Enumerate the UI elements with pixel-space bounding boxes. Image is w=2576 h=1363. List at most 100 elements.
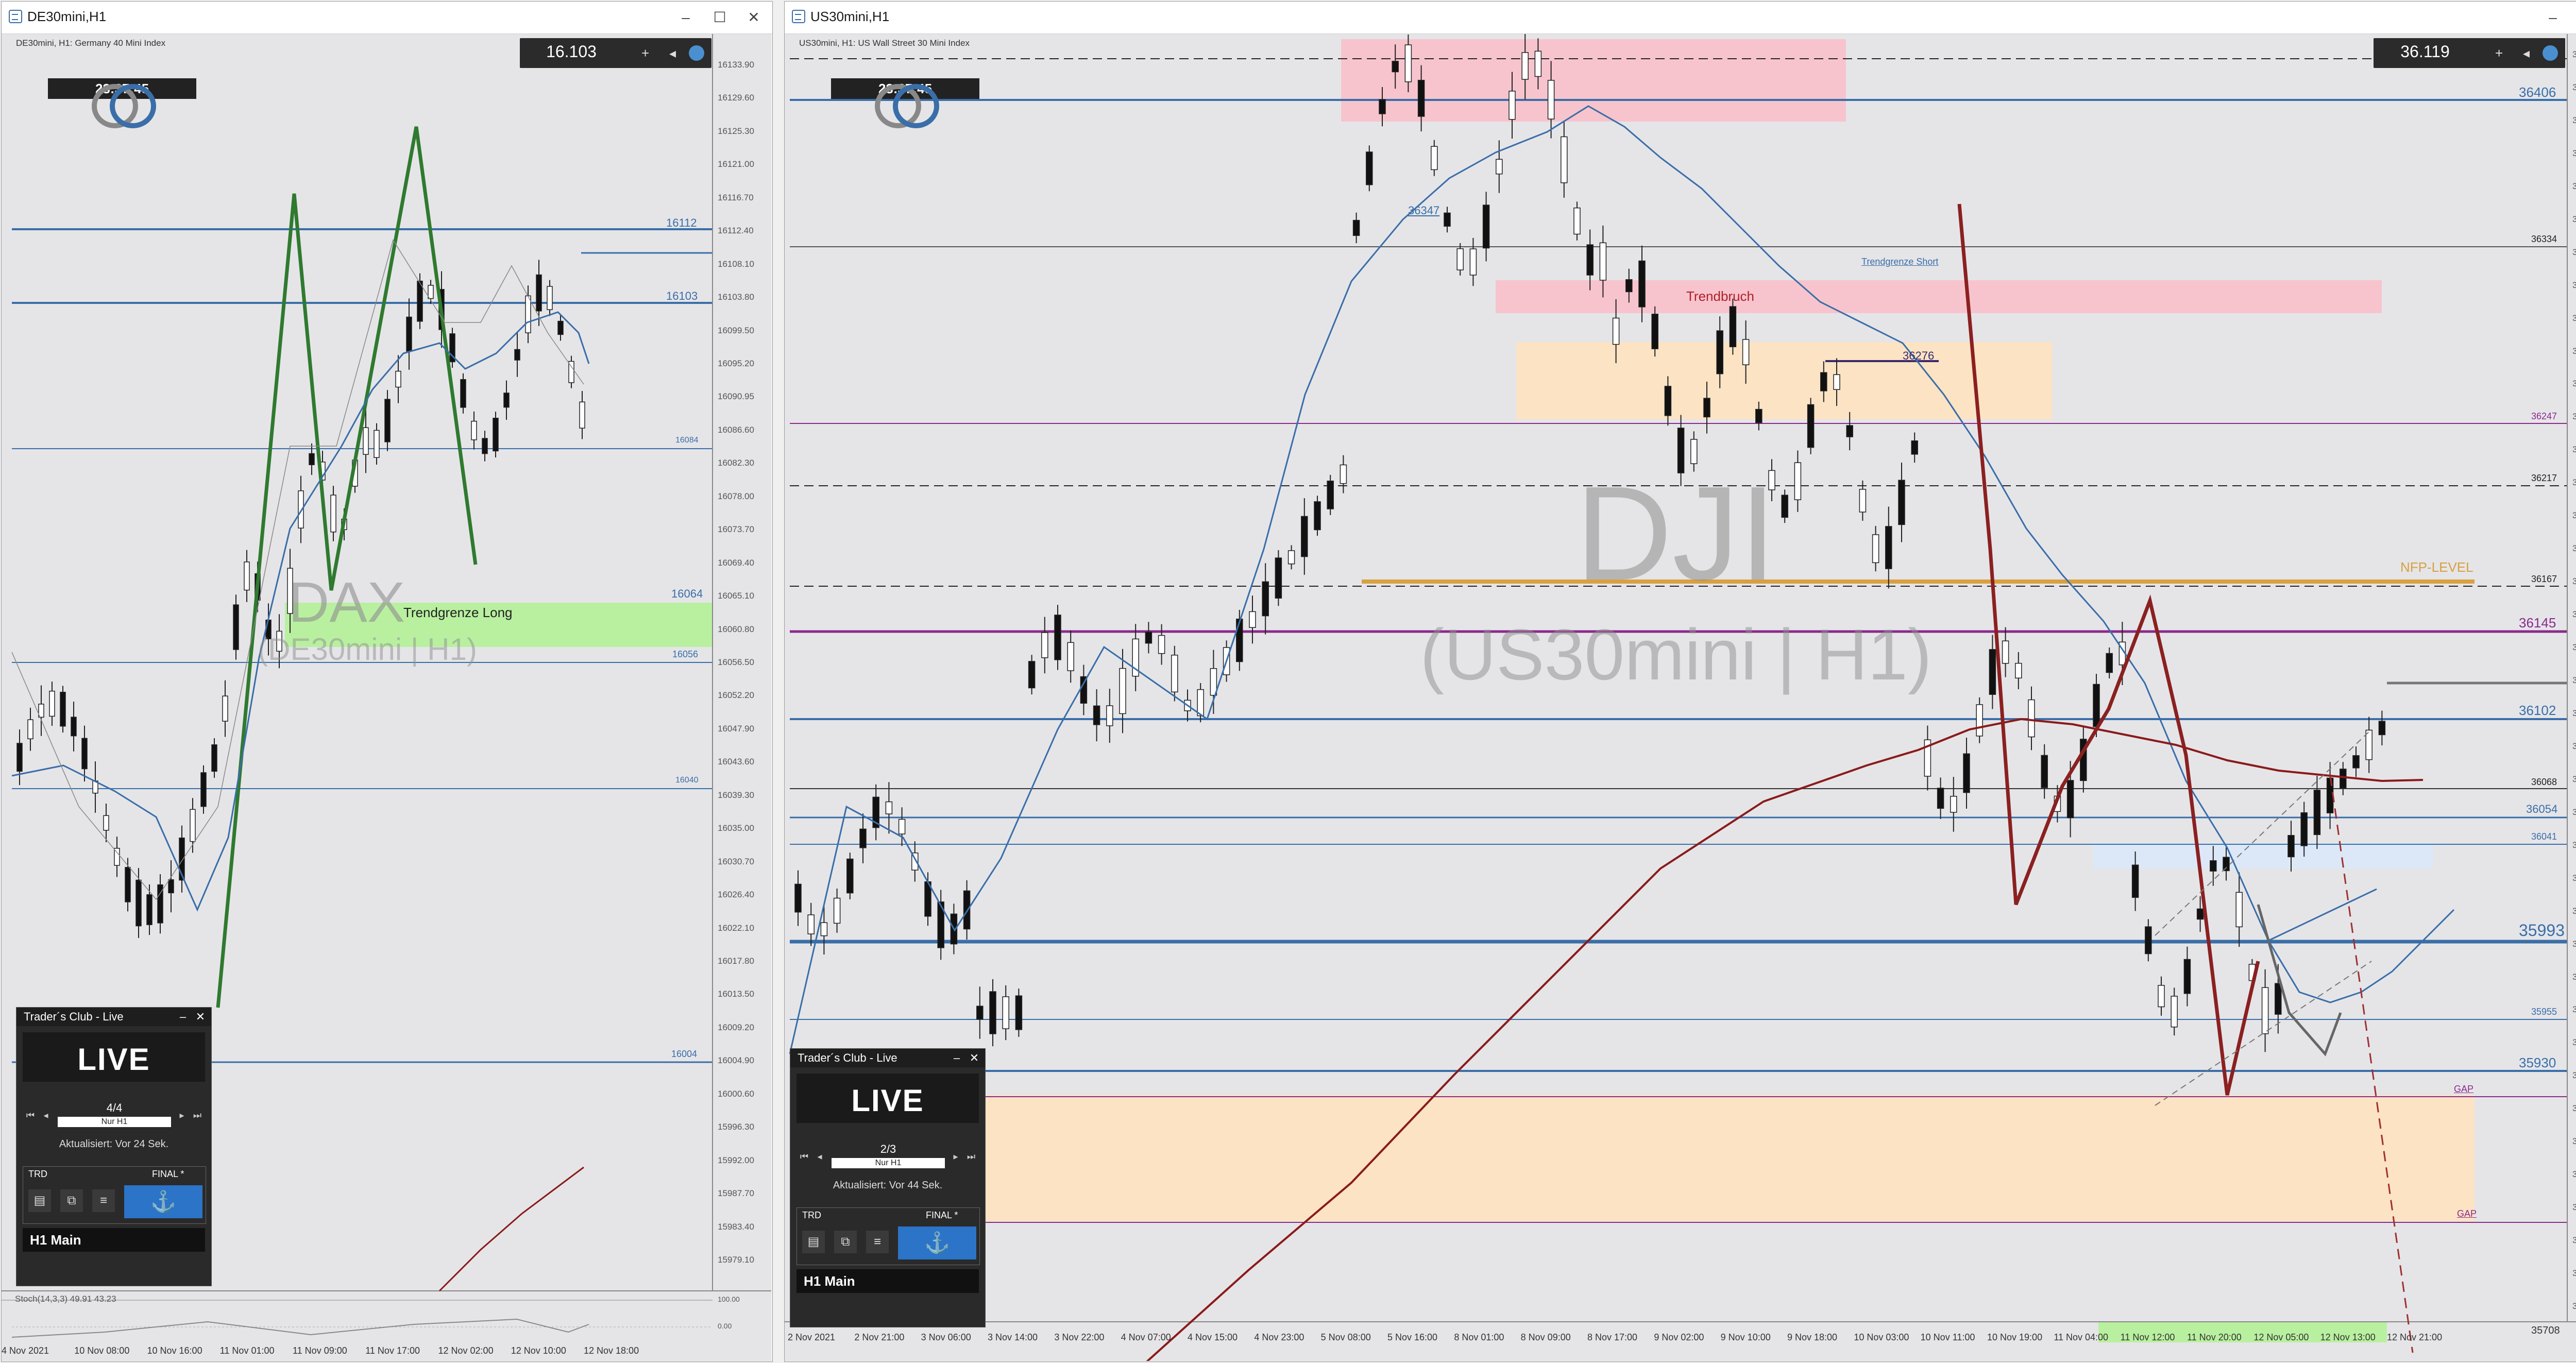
stoch-label: Stoch(14,3,3) 49.91 43.23: [15, 1294, 116, 1304]
current-price-box[interactable]: 16.103 + ◂: [520, 38, 711, 68]
candle: [2106, 653, 2113, 673]
database-icon[interactable]: ≡: [92, 1189, 115, 1212]
candle: [428, 285, 434, 299]
time-axis-label: 10 Nov 11:00: [1920, 1332, 1975, 1342]
time-axis-label: 4 Nov 15:00: [1188, 1332, 1238, 1342]
candle: [1820, 372, 1827, 391]
candle: [807, 914, 815, 934]
close-button[interactable]: ✕: [739, 5, 768, 30]
price-axis-label: 35835.00: [2572, 1235, 2576, 1246]
candle: [525, 295, 531, 333]
h1-main-selector[interactable]: H1 Main: [23, 1228, 205, 1252]
final-label: FINAL *: [152, 1169, 184, 1179]
time-axis-label: 11 Nov 09:00: [293, 1345, 347, 1356]
candle: [1833, 374, 1840, 390]
window-titlebar[interactable]: DE30mini,H1 – ☐ ✕: [2, 2, 772, 34]
candle: [244, 561, 250, 591]
current-price: 16.103: [546, 42, 597, 61]
windows-icon[interactable]: ⧉: [60, 1189, 83, 1212]
first-page-icon[interactable]: ⏮: [798, 1150, 811, 1163]
candle: [1509, 91, 1516, 120]
candle: [1275, 557, 1282, 599]
price-axis-label: 15979.10: [718, 1255, 754, 1265]
candle: [200, 772, 207, 807]
first-page-icon[interactable]: ⏮: [24, 1109, 37, 1122]
globe-icon[interactable]: [689, 45, 704, 61]
next-page-icon[interactable]: ▸: [949, 1150, 962, 1163]
chevron-left-icon[interactable]: ◂: [669, 45, 676, 61]
level-label: 36167: [2531, 574, 2557, 584]
price-axis-label: 36346.00: [2572, 214, 2576, 224]
database-icon[interactable]: ≡: [866, 1231, 889, 1253]
prev-page-icon[interactable]: ◂: [813, 1150, 826, 1163]
candle: [1314, 501, 1321, 531]
candle: [2340, 769, 2347, 789]
price-axis-label: 36198.00: [2572, 510, 2576, 521]
candle: [2131, 864, 2139, 898]
document-icon[interactable]: ▤: [28, 1189, 51, 1212]
time-axis-label: 9 Nov 18:00: [1787, 1332, 1838, 1342]
candle: [1547, 80, 1555, 120]
last-page-icon[interactable]: ⏭: [964, 1150, 978, 1163]
plus-icon[interactable]: +: [641, 45, 649, 61]
maximize-button[interactable]: ☐: [2572, 5, 2576, 30]
chart-window-icon: [9, 10, 22, 23]
candle: [460, 379, 466, 408]
candle: [363, 427, 369, 455]
chevron-left-icon[interactable]: ◂: [2523, 45, 2530, 61]
price-axis-label: 15983.40: [718, 1221, 754, 1232]
windows-icon[interactable]: ⧉: [834, 1231, 857, 1253]
time-axis-label: 10 Nov 19:00: [1987, 1332, 2043, 1342]
panel-close-button[interactable]: ✕: [965, 1049, 983, 1067]
candle: [1417, 80, 1425, 117]
time-axis-label: 11 Nov 01:00: [219, 1345, 275, 1356]
candle: [1561, 136, 1568, 183]
level-label: 36217: [2531, 473, 2557, 483]
maximize-button[interactable]: ☐: [705, 5, 734, 30]
candle: [493, 418, 499, 452]
candle: [1249, 611, 1256, 628]
candle: [1625, 279, 1633, 293]
filter-button[interactable]: Nur H1: [832, 1158, 945, 1168]
execute-trade-button[interactable]: ⚓: [124, 1185, 202, 1218]
price-axis-label: 36429.00: [2572, 49, 2576, 59]
price-axis-label: 36297.00: [2572, 313, 2576, 323]
execute-trade-button[interactable]: ⚓: [898, 1226, 976, 1259]
document-icon[interactable]: ▤: [802, 1231, 825, 1253]
candle: [2093, 684, 2100, 727]
candle: [976, 1006, 984, 1020]
candle: [1534, 50, 1542, 77]
h1-main-selector[interactable]: H1 Main: [796, 1269, 979, 1293]
candle: [1469, 248, 1477, 276]
plus-icon[interactable]: +: [2495, 45, 2503, 61]
panel-minimize-button[interactable]: –: [174, 1008, 192, 1026]
last-page-icon[interactable]: ⏭: [191, 1109, 204, 1122]
minimize-button[interactable]: –: [2538, 5, 2567, 30]
price-axis-label: 16103.80: [718, 292, 754, 302]
price-axis-label: 16035.00: [718, 823, 754, 833]
candle: [482, 438, 488, 454]
candle: [1638, 260, 1646, 308]
traders-club-panel: Trader´s Club - Live – ✕ LIVE ⏮ ◂ 4/4 Nu…: [16, 1007, 212, 1286]
level-label: 36406: [2519, 84, 2556, 100]
gap-label: GAP: [2457, 1208, 2477, 1219]
globe-icon[interactable]: [2543, 45, 2558, 61]
current-price-box[interactable]: 36.119 + ◂: [2374, 38, 2565, 68]
price-axis-label: 16022.10: [718, 923, 754, 933]
panel-minimize-button[interactable]: –: [948, 1049, 965, 1067]
time-axis-label: 5 Nov 16:00: [1387, 1332, 1438, 1342]
candle: [1482, 205, 1490, 249]
filter-button[interactable]: Nur H1: [58, 1117, 171, 1127]
prev-page-icon[interactable]: ◂: [39, 1109, 53, 1122]
dji-price-chart[interactable]: US30mini, H1: US Wall Street 30 Mini Ind…: [785, 34, 2576, 1361]
toolbar: TRD FINAL * ▤ ⧉ ≡ ⚓: [23, 1166, 206, 1224]
window-titlebar[interactable]: US30mini,H1 – ☐ ✕: [785, 2, 2576, 34]
next-page-icon[interactable]: ▸: [175, 1109, 189, 1122]
time-axis-label: 9 Nov 10:00: [1720, 1332, 1771, 1342]
candle: [330, 495, 336, 533]
time-axis-label: 4 Nov 23:00: [1254, 1332, 1304, 1342]
price-axis-label: 16004.90: [718, 1055, 754, 1066]
minimize-button[interactable]: –: [671, 5, 700, 30]
panel-close-button[interactable]: ✕: [192, 1008, 209, 1026]
time-axis-label: 2 Nov 21:00: [854, 1332, 905, 1342]
